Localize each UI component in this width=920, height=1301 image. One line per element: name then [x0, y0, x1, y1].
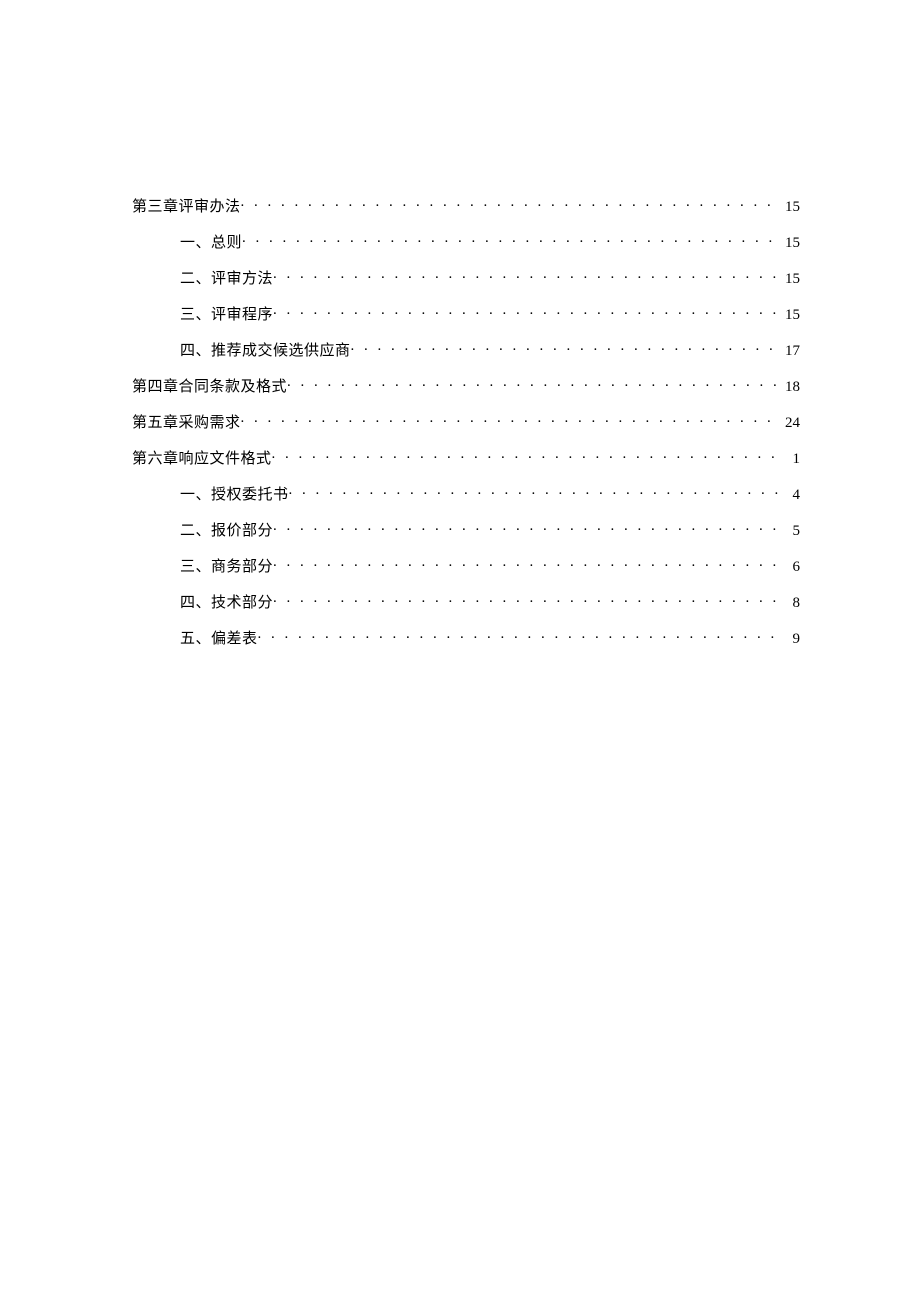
toc-leader-dots — [241, 196, 780, 211]
toc-page-number: 15 — [780, 271, 800, 288]
toc-label: 四、推荐成交候选供应商 — [180, 339, 351, 360]
toc-entry: 第五章采购需求 24 — [132, 411, 800, 432]
toc-entry: 一、总则 15 — [132, 231, 800, 252]
toc-page-number: 4 — [780, 487, 800, 504]
toc-label: 第六章响应文件格式 — [132, 447, 272, 468]
toc-entry: 三、评审程序 15 — [132, 303, 800, 324]
toc-leader-dots — [242, 232, 780, 247]
table-of-contents: 第三章评审办法 15 一、总则 15 二、评审方法 15 三、评审程序 15 四… — [132, 195, 800, 648]
toc-entry: 第三章评审办法 15 — [132, 195, 800, 216]
toc-label: 一、授权委托书 — [180, 483, 289, 504]
toc-label: 第五章采购需求 — [132, 411, 241, 432]
toc-entry: 四、技术部分 8 — [132, 591, 800, 612]
toc-entry: 三、商务部分 6 — [132, 555, 800, 576]
toc-leader-dots — [287, 376, 780, 391]
toc-page-number: 8 — [780, 595, 800, 612]
toc-label: 二、报价部分 — [180, 519, 273, 540]
toc-page-number: 9 — [780, 631, 800, 648]
toc-label: 四、技术部分 — [180, 591, 273, 612]
toc-leader-dots — [273, 304, 780, 319]
toc-leader-dots — [289, 484, 780, 499]
toc-leader-dots — [273, 268, 780, 283]
toc-entry: 一、授权委托书 4 — [132, 483, 800, 504]
toc-label: 二、评审方法 — [180, 267, 273, 288]
toc-label: 三、商务部分 — [180, 555, 273, 576]
toc-entry: 二、报价部分 5 — [132, 519, 800, 540]
toc-leader-dots — [258, 628, 780, 643]
toc-page-number: 24 — [780, 415, 800, 432]
toc-label: 三、评审程序 — [180, 303, 273, 324]
toc-label: 一、总则 — [180, 231, 242, 252]
toc-leader-dots — [272, 448, 780, 463]
toc-page-number: 18 — [780, 379, 800, 396]
toc-page-number: 5 — [780, 523, 800, 540]
toc-entry: 五、偏差表 9 — [132, 627, 800, 648]
toc-entry: 第四章合同条款及格式 18 — [132, 375, 800, 396]
toc-entry: 二、评审方法 15 — [132, 267, 800, 288]
toc-leader-dots — [241, 412, 780, 427]
toc-leader-dots — [273, 520, 780, 535]
toc-page-number: 17 — [780, 343, 800, 360]
toc-leader-dots — [273, 556, 780, 571]
toc-page-number: 6 — [780, 559, 800, 576]
toc-label: 五、偏差表 — [180, 627, 258, 648]
toc-page-number: 1 — [780, 451, 800, 468]
toc-entry: 四、推荐成交候选供应商 17 — [132, 339, 800, 360]
toc-page-number: 15 — [780, 307, 800, 324]
toc-leader-dots — [273, 592, 780, 607]
toc-label: 第三章评审办法 — [132, 195, 241, 216]
toc-page-number: 15 — [780, 235, 800, 252]
toc-leader-dots — [351, 340, 780, 355]
toc-entry: 第六章响应文件格式 1 — [132, 447, 800, 468]
toc-page-number: 15 — [780, 199, 800, 216]
toc-label: 第四章合同条款及格式 — [132, 375, 287, 396]
